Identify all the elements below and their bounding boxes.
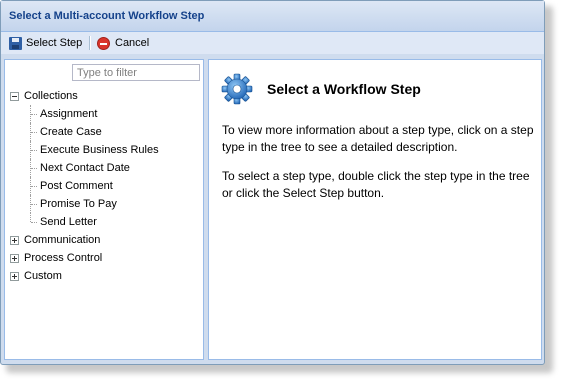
filter-input[interactable] xyxy=(72,64,200,81)
tree-leaf-label[interactable]: Next Contact Date xyxy=(40,159,130,177)
tree-leaf-promise-to-pay[interactable]: Promise To Pay xyxy=(5,195,203,213)
detail-instruction-select: To select a step type, double click the … xyxy=(222,169,530,200)
expand-icon[interactable] xyxy=(10,272,19,281)
tree-node-communication[interactable]: Communication xyxy=(5,231,203,249)
expand-icon[interactable] xyxy=(10,236,19,245)
toolbar-separator xyxy=(89,36,91,50)
tree-leaf-label[interactable]: Post Comment xyxy=(40,177,113,195)
tree-leaf-label[interactable]: Execute Business Rules xyxy=(40,141,159,159)
select-step-button[interactable]: Select Step xyxy=(9,34,82,52)
tree-node-label[interactable]: Collections xyxy=(24,87,78,105)
tree-connector xyxy=(30,213,31,222)
floppy-disk-icon xyxy=(9,36,22,50)
tree-connector xyxy=(31,222,37,223)
tree-connector xyxy=(31,204,37,205)
detail-instruction-view: To view more information about a step ty… xyxy=(222,123,534,154)
step-detail-panel: Select a Workflow Step To view more info… xyxy=(208,59,542,360)
detail-title: Select a Workflow Step xyxy=(267,81,421,97)
tree-node-label[interactable]: Custom xyxy=(24,267,62,285)
step-tree-panel: Collections Assignment Create Case Execu… xyxy=(4,59,204,360)
tree-connector xyxy=(31,186,37,187)
tree-node-label[interactable]: Process Control xyxy=(24,249,102,267)
cancel-button[interactable]: Cancel xyxy=(97,34,149,52)
cancel-icon xyxy=(97,36,110,50)
tree-leaf-create-case[interactable]: Create Case xyxy=(5,123,203,141)
gear-icon xyxy=(221,73,253,105)
title-bar[interactable]: Select a Multi-account Workflow Step xyxy=(1,1,544,32)
tree-leaf-next-contact-date[interactable]: Next Contact Date xyxy=(5,159,203,177)
collapse-icon[interactable] xyxy=(10,92,19,101)
tree-connector xyxy=(31,132,37,133)
expand-icon[interactable] xyxy=(10,254,19,263)
tree-connector xyxy=(31,114,37,115)
tree-node-label[interactable]: Communication xyxy=(24,231,100,249)
tree-node-custom[interactable]: Custom xyxy=(5,267,203,285)
tree-leaf-send-letter[interactable]: Send Letter xyxy=(5,213,203,231)
tree-node-process-control[interactable]: Process Control xyxy=(5,249,203,267)
cancel-label: Cancel xyxy=(115,37,150,49)
tree-leaf-label[interactable]: Create Case xyxy=(40,123,102,141)
dialog-window: Select a Multi-account Workflow Step Sel… xyxy=(0,0,545,365)
dialog-title: Select a Multi-account Workflow Step xyxy=(9,10,205,22)
tree-connector xyxy=(31,150,37,151)
tree-connector xyxy=(31,168,37,169)
tree-node-collections[interactable]: Collections xyxy=(5,87,203,105)
tree-leaf-assignment[interactable]: Assignment xyxy=(5,105,203,123)
tree-leaf-execute-business-rules[interactable]: Execute Business Rules xyxy=(5,141,203,159)
tree-leaf-label[interactable]: Send Letter xyxy=(40,213,97,231)
tree-leaf-label[interactable]: Promise To Pay xyxy=(40,195,117,213)
toolbar: Select Step Cancel xyxy=(1,32,544,54)
step-tree: Collections Assignment Create Case Execu… xyxy=(5,87,203,285)
select-step-label: Select Step xyxy=(26,37,83,49)
tree-leaf-post-comment[interactable]: Post Comment xyxy=(5,177,203,195)
tree-leaf-label[interactable]: Assignment xyxy=(40,105,97,123)
